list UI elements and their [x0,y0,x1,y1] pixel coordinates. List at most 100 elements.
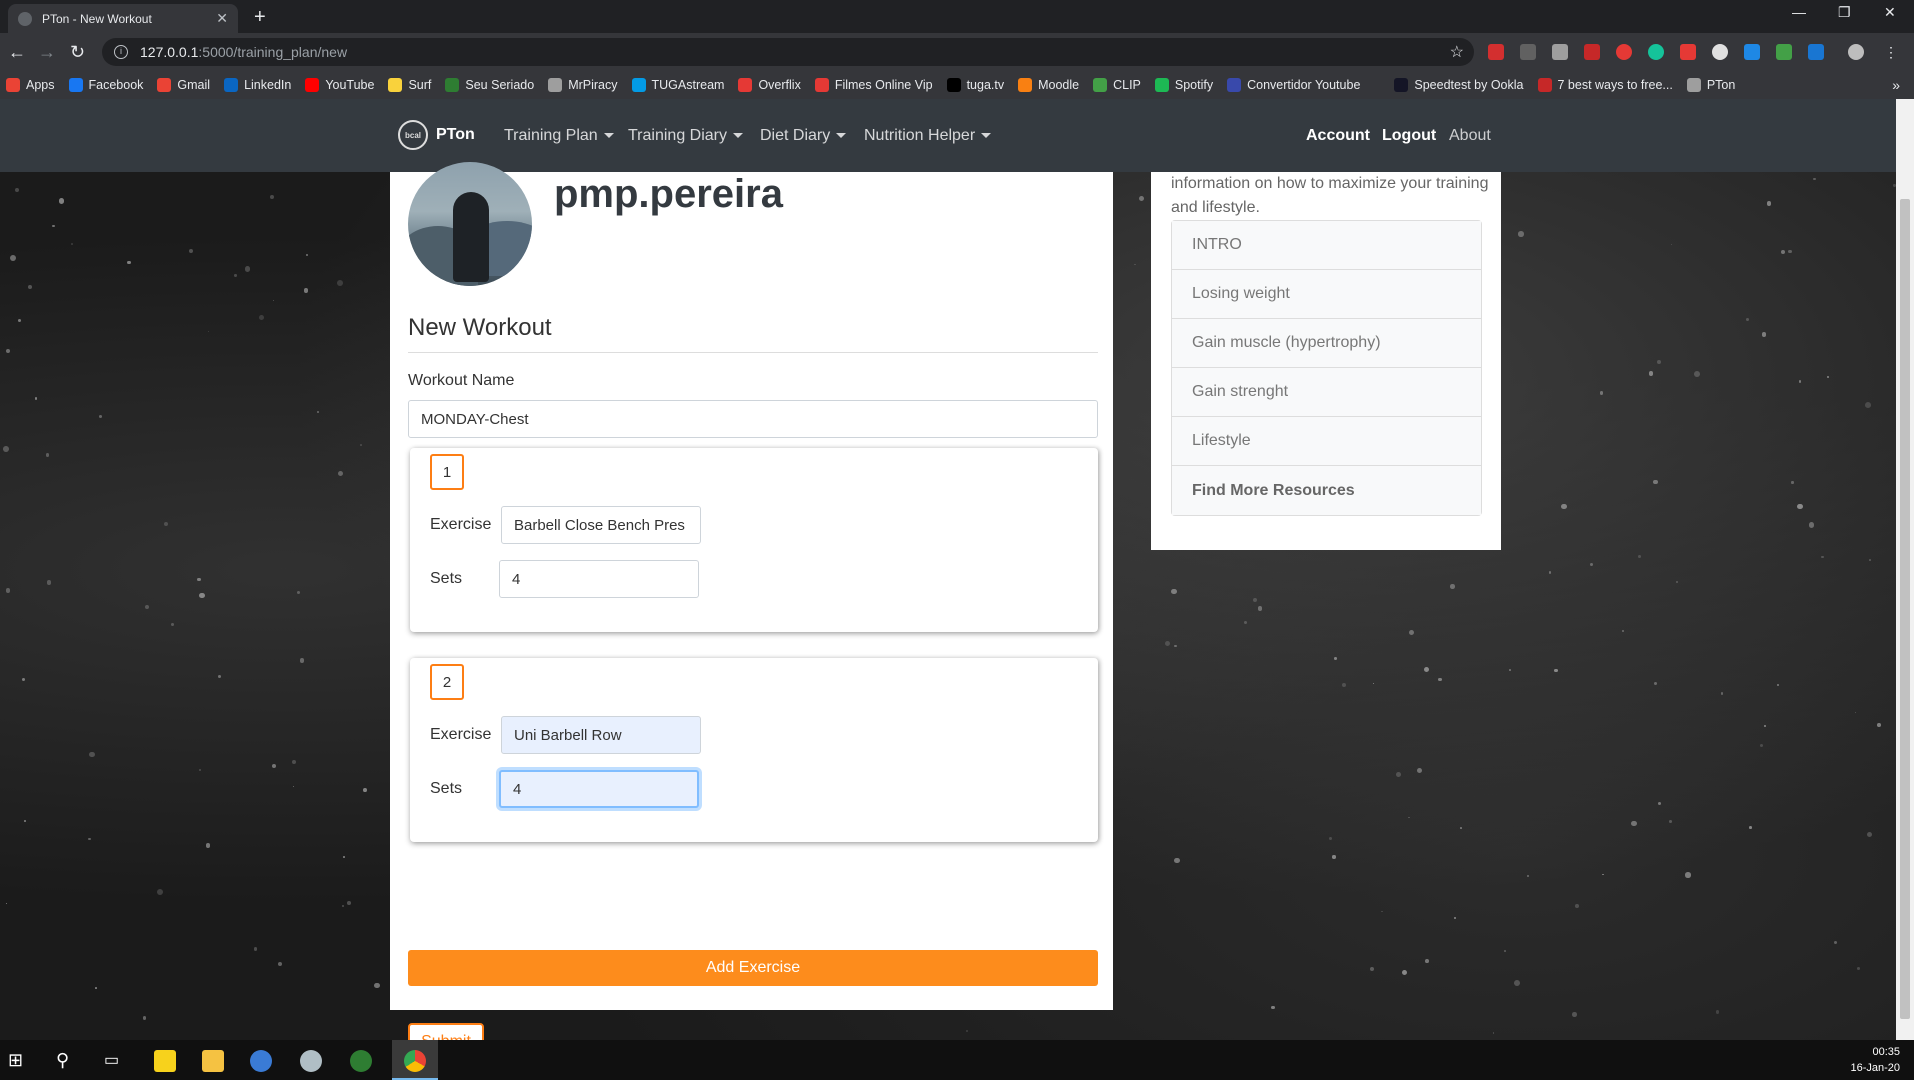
resource-item-intro[interactable]: INTRO [1172,221,1481,270]
system-clock[interactable]: 00:35 16-Jan-20 [1850,1044,1900,1076]
nav-logout[interactable]: Logout [1382,127,1436,145]
file-explorer-icon[interactable] [202,1050,224,1072]
exercise-input[interactable]: Barbell Close Bench Pres [501,506,701,544]
pdf-extension-icon[interactable] [1584,44,1600,60]
bookmark-item[interactable]: Surf [388,78,431,92]
background-speckle [1657,360,1662,365]
background-speckle [1813,178,1816,181]
background-speckle [98,414,103,419]
background-speckle [1243,621,1248,625]
bookmark-label: TUGAstream [651,78,725,92]
nav-nutrition-helper[interactable]: Nutrition Helper [864,127,992,145]
extension-icon[interactable] [1520,44,1536,60]
sets-label: Sets [430,570,463,587]
reload-icon[interactable]: ↻ [70,42,85,63]
exercise-input[interactable]: Uni Barbell Row [501,716,701,754]
background-speckle [1164,641,1170,647]
search-icon[interactable]: ⚲ [56,1050,78,1072]
nav-diet-diary[interactable]: Diet Diary [760,127,847,145]
bookmark-item[interactable]: Moodle [1018,78,1079,92]
background-speckle [88,837,91,840]
nav-training-diary[interactable]: Training Diary [628,127,743,145]
address-bar[interactable]: i 127.0.0.1 :5000/training_plan/new ☆ [102,38,1474,66]
scrollbar-thumb[interactable] [1900,199,1910,1019]
extension-icon[interactable] [1616,44,1632,60]
background-speckle [171,623,175,626]
bookmark-item[interactable]: TUGAstream [631,78,725,92]
task-view-icon[interactable]: ▭ [104,1050,126,1072]
browser-tab[interactable]: PTon - New Workout ✕ [8,4,238,33]
bookmark-item[interactable]: YouTube [305,78,374,92]
background-speckle [9,255,16,262]
bookmarks-overflow-icon[interactable]: » [1892,77,1900,93]
background-speckle [1589,563,1593,567]
bookmark-item[interactable]: tuga.tv [946,78,1004,92]
close-tab-icon[interactable]: ✕ [216,10,228,27]
extension-icon[interactable] [1680,44,1696,60]
drive-extension-icon[interactable] [1552,44,1568,60]
submit-button[interactable]: Submit [408,1023,484,1040]
profile-avatar-icon[interactable] [1848,44,1864,60]
grammarly-extension-icon[interactable] [1648,44,1664,60]
taskbar-active-app[interactable] [392,1040,438,1080]
bookmark-item[interactable]: Seu Seriado [445,78,534,92]
nav-training-plan[interactable]: Training Plan [504,127,614,145]
add-exercise-button[interactable]: Add Exercise [408,950,1098,986]
shield-extension-icon[interactable] [1776,44,1792,60]
sets-input[interactable]: 4 [499,560,699,598]
windows-start-icon[interactable]: ⊞ [8,1050,30,1072]
app-icon[interactable] [300,1050,322,1072]
background-speckle [24,819,26,822]
resource-item-gain-strength[interactable]: Gain strenght [1172,368,1481,417]
bookmark-item[interactable]: Speedtest by Ookla [1394,78,1524,92]
nav-about[interactable]: About [1449,127,1491,145]
background-speckle [197,577,201,582]
background-speckle [5,902,8,905]
back-icon[interactable]: ← [8,42,26,63]
exercise-card-2: 2 Exercise Uni Barbell Row Sets 4 [410,658,1098,842]
new-tab-icon[interactable]: + [254,6,266,29]
bookmark-item[interactable]: MrPiracy [548,78,618,92]
background-speckle [1776,683,1779,686]
bookmark-item[interactable]: Convertidor Youtube [1227,78,1360,92]
bookmark-item[interactable]: Apps [6,78,55,92]
vpn-extension-icon[interactable] [1808,44,1824,60]
brand[interactable]: bcal PTon [398,120,475,150]
sticky-notes-icon[interactable] [154,1050,176,1072]
nav-account[interactable]: Account [1306,127,1370,145]
extension-icon[interactable] [1712,44,1728,60]
background-speckle [1808,522,1814,528]
bookmark-item[interactable]: Facebook [68,78,143,92]
web-page: bcal PTon Training Plan Training Diary D… [0,99,1896,1040]
bookmark-item[interactable]: Filmes Online Vip [814,78,933,92]
app-icon[interactable] [350,1050,372,1072]
background-speckle [1676,580,1679,583]
sets-input[interactable]: 4 [499,770,699,808]
bookmark-item[interactable]: PTon [1686,78,1735,92]
site-info-icon[interactable]: i [114,45,128,59]
restore-icon[interactable]: ❐ [1838,4,1851,21]
bookmark-item[interactable]: CLIP [1093,78,1141,92]
bookmark-label: YouTube [325,78,375,92]
minimize-icon[interactable]: — [1792,4,1806,20]
page-scrollbar[interactable] [1896,99,1914,1040]
window-close-icon[interactable]: ✕ [1884,4,1896,21]
resource-item-find-more[interactable]: Find More Resources [1172,466,1481,515]
resource-item-gain-muscle[interactable]: Gain muscle (hypertrophy) [1172,319,1481,368]
bookmark-item[interactable]: 7 best ways to free... [1537,78,1673,92]
bookmark-item[interactable]: Spotify [1154,78,1213,92]
background-speckle [14,187,19,193]
bookmark-item[interactable]: Gmail [157,78,210,92]
adblock-extension-icon[interactable] [1488,44,1504,60]
bookmark-item[interactable]: Overflix [738,78,801,92]
forward-icon[interactable]: → [38,42,56,63]
bookmark-item[interactable]: LinkedIn [224,78,291,92]
app-icon[interactable] [250,1050,272,1072]
zip-extension-icon[interactable] [1744,44,1760,60]
menu-kebab-icon[interactable]: ⋮ [1884,44,1900,60]
resource-item-losing-weight[interactable]: Losing weight [1172,270,1481,319]
workout-name-input[interactable]: MONDAY-Chest [408,400,1098,438]
resource-item-lifestyle[interactable]: Lifestyle [1172,417,1481,466]
background-speckle [1720,692,1724,695]
bookmark-star-icon[interactable]: ☆ [1450,42,1464,62]
